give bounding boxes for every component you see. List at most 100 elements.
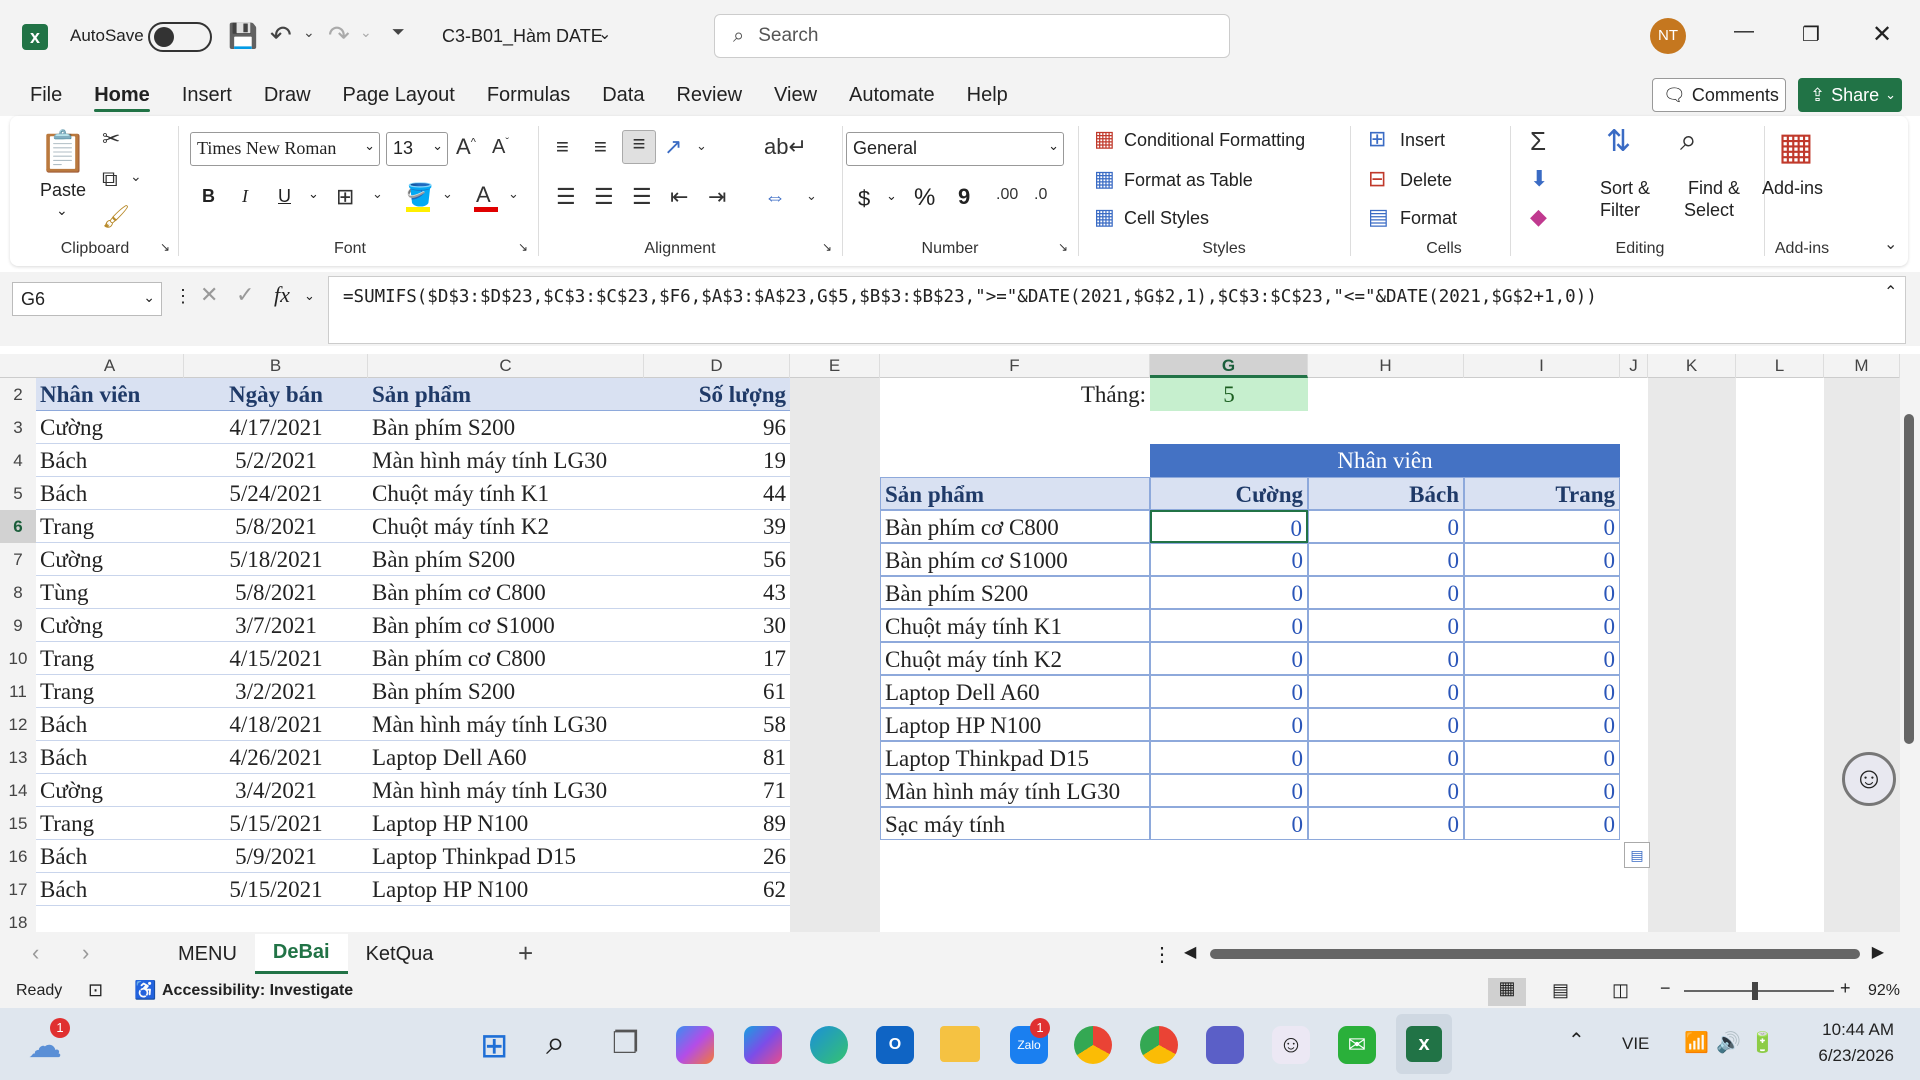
data-cell[interactable]: Bách: [36, 708, 184, 741]
align-bottom-icon[interactable]: ≡: [622, 130, 656, 164]
data-cell[interactable]: 3/7/2021: [184, 609, 368, 642]
data-cell[interactable]: Bàn phím cơ C800: [368, 576, 644, 609]
fill-color-dropdown-icon[interactable]: ⌄: [442, 186, 453, 202]
restore-icon[interactable]: ❐: [1802, 22, 1820, 47]
data-cell[interactable]: 5/15/2021: [184, 873, 368, 906]
data-cell[interactable]: Bách: [36, 741, 184, 774]
row-header-10[interactable]: 10: [0, 642, 36, 675]
alignment-launcher-icon[interactable]: ↘: [822, 240, 832, 254]
volume-icon[interactable]: 🔊: [1716, 1030, 1741, 1055]
result-cell[interactable]: 0: [1308, 675, 1464, 708]
bold-button[interactable]: B: [202, 186, 215, 207]
row-header-17[interactable]: 17: [0, 873, 36, 906]
macro-record-icon[interactable]: ⊡: [88, 980, 103, 1001]
autosave-toggle[interactable]: [148, 22, 212, 52]
format-cells-button[interactable]: Format: [1400, 208, 1457, 229]
delete-cells-button[interactable]: Delete: [1400, 170, 1452, 191]
font-name-select[interactable]: Times New Roman ⌄: [190, 132, 380, 166]
result-cell[interactable]: 0: [1464, 576, 1620, 609]
comments-button[interactable]: 🗨 Comments: [1652, 78, 1786, 112]
row-header-12[interactable]: 12: [0, 708, 36, 741]
data-header-cell[interactable]: Sản phẩm: [368, 378, 644, 411]
result-cell[interactable]: 0: [1308, 708, 1464, 741]
month-label[interactable]: Tháng:: [880, 378, 1150, 411]
customize-qat-icon[interactable]: ⏷: [392, 24, 405, 42]
result-cell[interactable]: 0: [1150, 642, 1308, 675]
data-cell[interactable]: Chuột máy tính K1: [368, 477, 644, 510]
outlook-icon[interactable]: O: [876, 1026, 914, 1064]
product-name-cell[interactable]: Bàn phím S200: [880, 576, 1150, 609]
data-cell[interactable]: Cường: [36, 411, 184, 444]
product-name-cell[interactable]: Chuột máy tính K2: [880, 642, 1150, 675]
start-icon[interactable]: ⊞: [480, 1026, 509, 1066]
data-cell[interactable]: 3/2/2021: [184, 675, 368, 708]
column-header-h[interactable]: H: [1308, 354, 1464, 378]
confirm-entry-icon[interactable]: ✓: [236, 282, 254, 308]
data-cell[interactable]: 5/24/2021: [184, 477, 368, 510]
row-header-11[interactable]: 11: [0, 675, 36, 708]
format-painter-icon[interactable]: 🖌: [102, 204, 130, 230]
result-cell[interactable]: 0: [1308, 543, 1464, 576]
user-avatar[interactable]: NT: [1650, 18, 1686, 54]
product-name-cell[interactable]: Laptop Thinkpad D15: [880, 741, 1150, 774]
align-top-icon[interactable]: ≡: [556, 134, 569, 160]
zoom-out-icon[interactable]: −: [1660, 978, 1671, 999]
data-cell[interactable]: Bàn phím S200: [368, 543, 644, 576]
decrease-indent-icon[interactable]: ⇤: [670, 184, 688, 210]
result-cell[interactable]: 0: [1308, 807, 1464, 840]
borders-dropdown-icon[interactable]: ⌄: [372, 186, 383, 202]
data-cell[interactable]: 44: [644, 477, 790, 510]
result-cell[interactable]: 0: [1464, 774, 1620, 807]
clipboard-launcher-icon[interactable]: ↘: [160, 240, 170, 254]
fill-color-icon[interactable]: 🪣: [406, 182, 433, 212]
product-name-cell[interactable]: Laptop HP N100: [880, 708, 1150, 741]
find-select-button[interactable]: Find &: [1688, 178, 1740, 199]
insert-cells-button[interactable]: Insert: [1400, 130, 1445, 151]
row-header-8[interactable]: 8: [0, 576, 36, 609]
data-cell[interactable]: Màn hình máy tính LG30: [368, 444, 644, 477]
row-header-3[interactable]: 3: [0, 411, 36, 444]
conditional-formatting-button[interactable]: Conditional Formatting: [1124, 130, 1305, 151]
result-cell[interactable]: 0: [1308, 774, 1464, 807]
column-header-f[interactable]: F: [880, 354, 1150, 378]
taskbar-search-icon[interactable]: ⌕: [546, 1024, 565, 1063]
formula-input[interactable]: =SUMIFS($D$3:$D$23,$C$3:$C$23,$F6,$A$3:$…: [328, 276, 1906, 344]
vertical-scrollbar[interactable]: [1900, 354, 1920, 932]
result-cell[interactable]: 0: [1464, 642, 1620, 675]
row-header-5[interactable]: 5: [0, 477, 36, 510]
column-header-k[interactable]: K: [1648, 354, 1736, 378]
avatar-app-icon[interactable]: ☺: [1272, 1026, 1310, 1064]
data-cell[interactable]: 4/17/2021: [184, 411, 368, 444]
row-header-14[interactable]: 14: [0, 774, 36, 807]
product-name-cell[interactable]: Màn hình máy tính LG30: [880, 774, 1150, 807]
insert-cells-icon[interactable]: ⊞: [1368, 126, 1386, 152]
zoom-in-icon[interactable]: +: [1840, 978, 1851, 999]
font-launcher-icon[interactable]: ↘: [518, 240, 528, 254]
quick-analysis-icon[interactable]: ▤: [1624, 842, 1650, 868]
wrap-text-icon[interactable]: ab↵: [764, 134, 807, 160]
tray-overflow-icon[interactable]: ⌃: [1568, 1028, 1585, 1053]
result-cell[interactable]: 0: [1150, 807, 1308, 840]
data-cell[interactable]: 5/9/2021: [184, 840, 368, 873]
product-header[interactable]: Sản phẩm: [880, 477, 1150, 510]
number-launcher-icon[interactable]: ↘: [1058, 240, 1068, 254]
fill-icon[interactable]: ⬇: [1530, 166, 1548, 192]
addins-icon[interactable]: ▦: [1778, 124, 1814, 169]
data-cell[interactable]: Trang: [36, 807, 184, 840]
decrease-decimal-icon[interactable]: .0: [1034, 186, 1047, 204]
teams-icon[interactable]: [1206, 1026, 1244, 1064]
data-cell[interactable]: 58: [644, 708, 790, 741]
copilot-avatar-icon[interactable]: ☺: [1842, 752, 1896, 806]
data-cell[interactable]: Cường: [36, 609, 184, 642]
data-header-cell[interactable]: Ngày bán: [184, 378, 368, 411]
data-cell[interactable]: 5/8/2021: [184, 510, 368, 543]
align-middle-icon[interactable]: ≡: [594, 134, 607, 160]
column-header-b[interactable]: B: [184, 354, 368, 378]
row-header-2[interactable]: 2: [0, 378, 36, 411]
data-cell[interactable]: 3/4/2021: [184, 774, 368, 807]
insert-function-button[interactable]: fx: [274, 282, 290, 308]
column-header-m[interactable]: M: [1824, 354, 1900, 378]
data-cell[interactable]: Bàn phím cơ S1000: [368, 609, 644, 642]
column-header-g[interactable]: G: [1150, 354, 1308, 378]
redo-icon[interactable]: ↷: [328, 20, 350, 51]
